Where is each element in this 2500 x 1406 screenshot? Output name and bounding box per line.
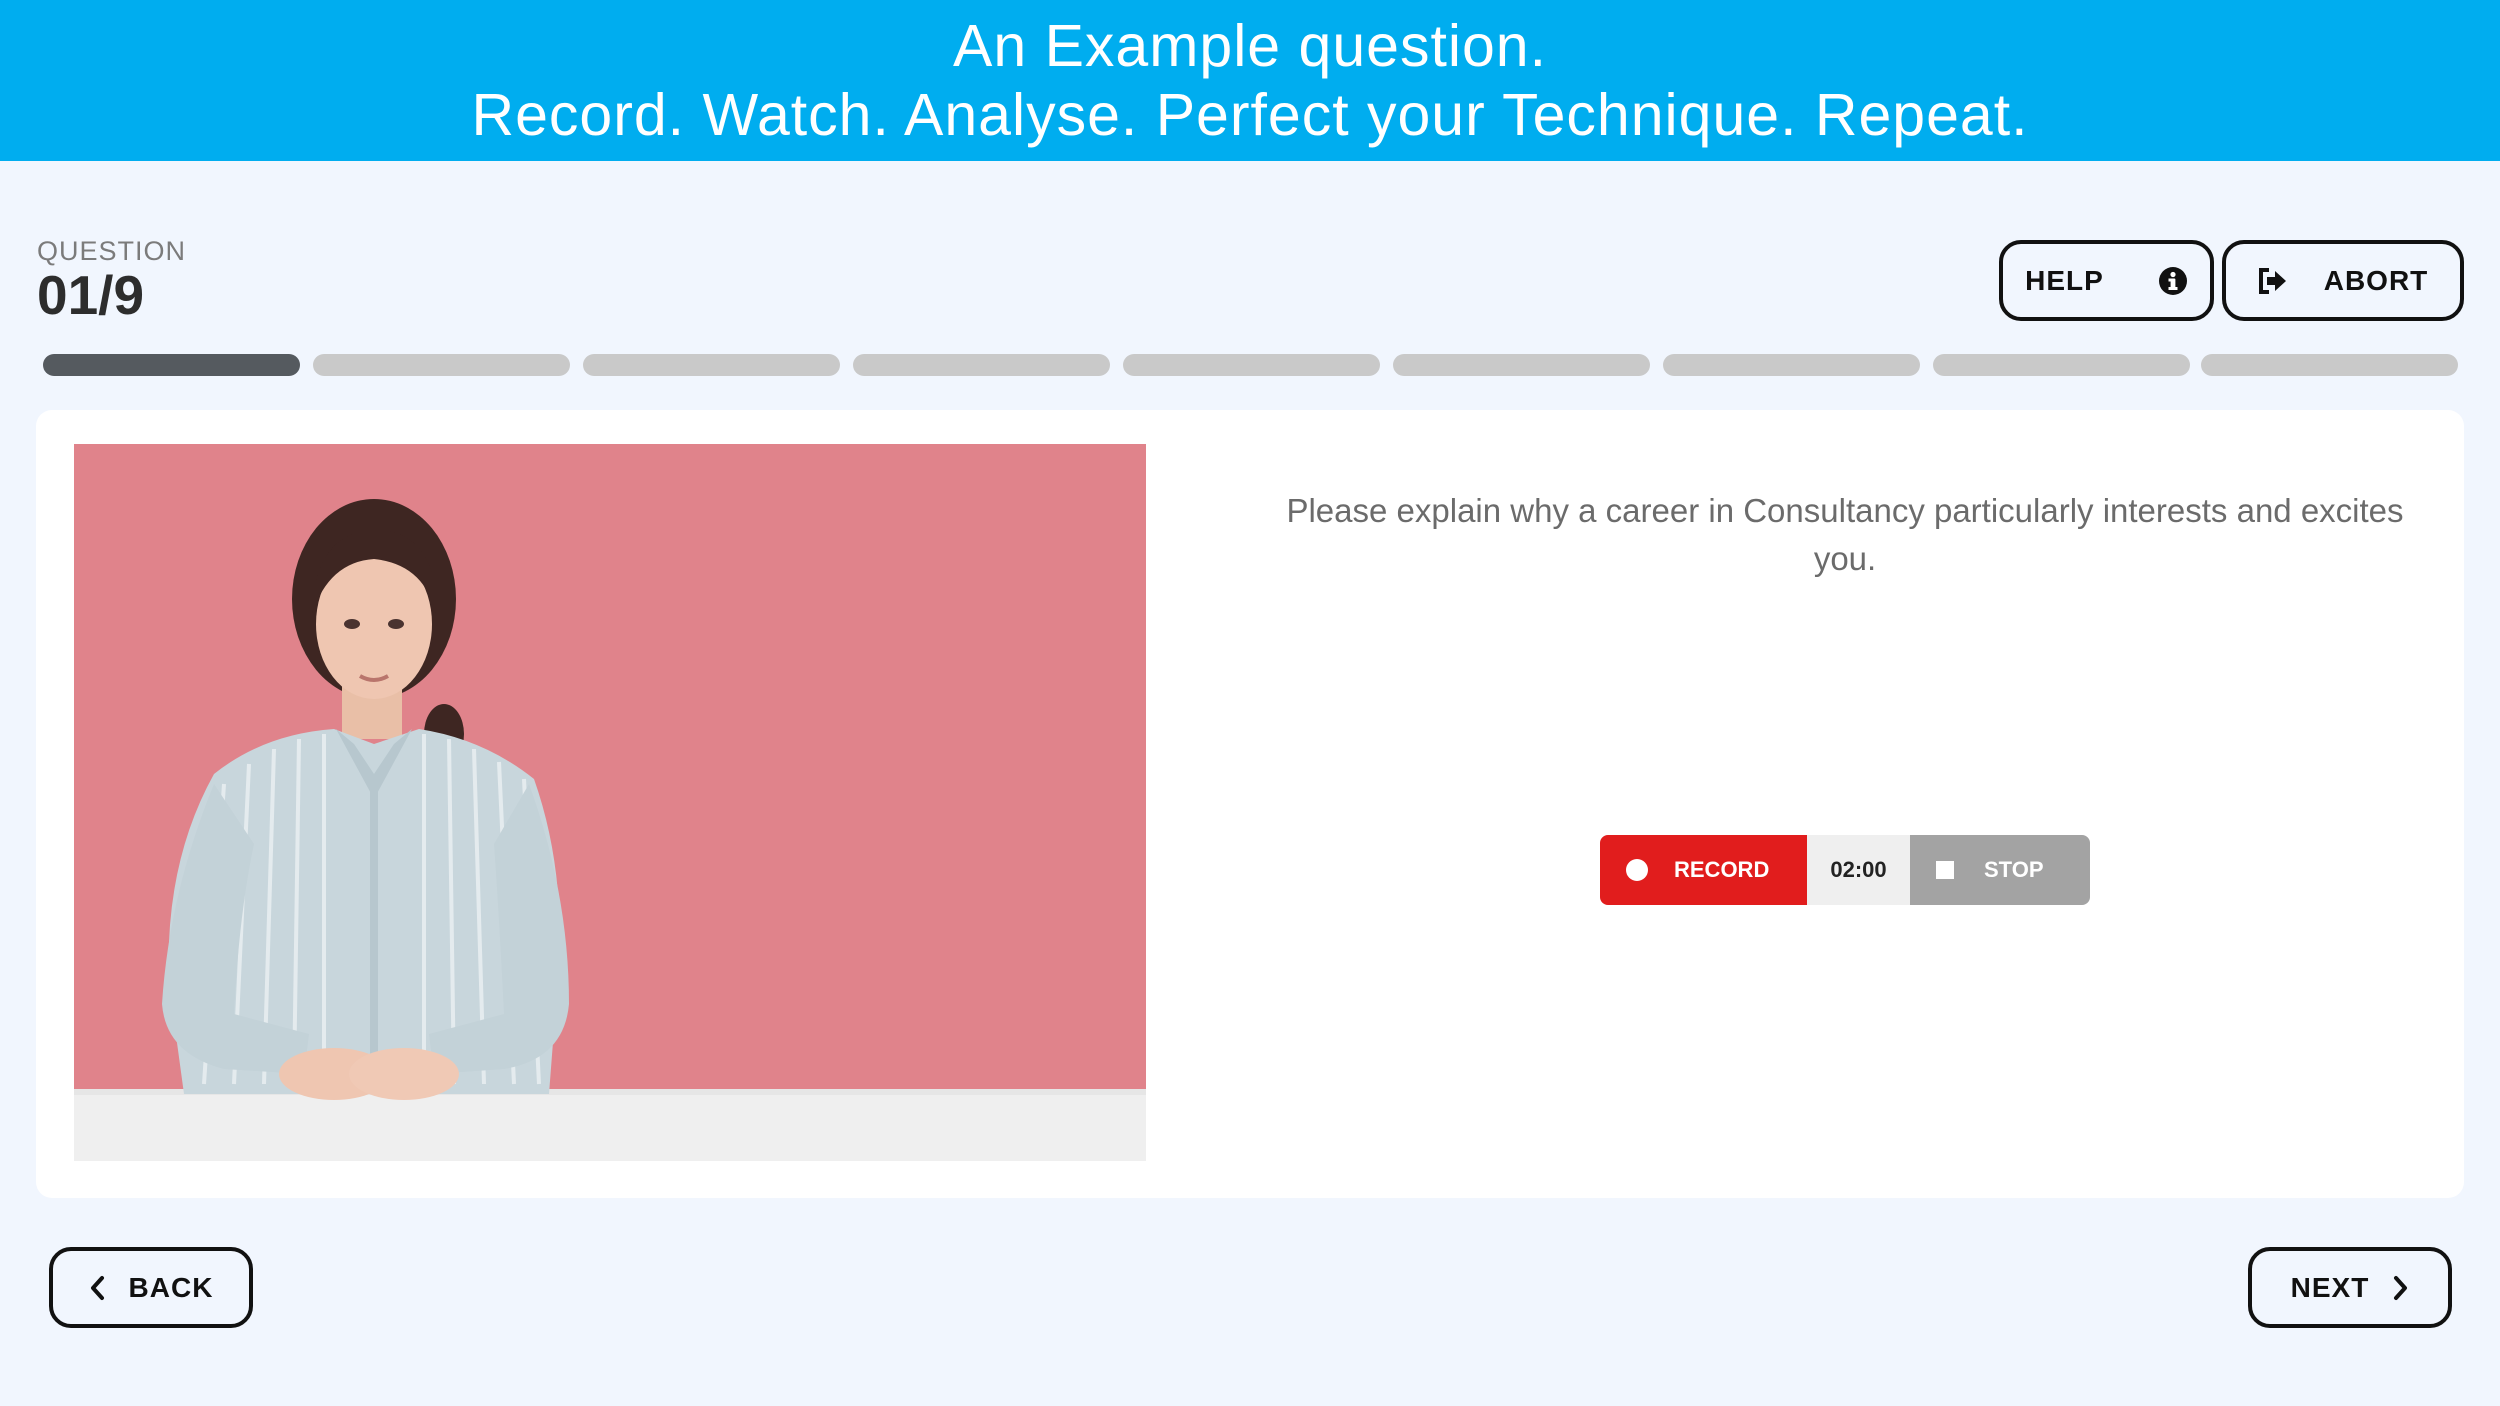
progress-segment	[853, 354, 1110, 376]
question-text: Please explain why a career in Consultan…	[1286, 492, 2404, 577]
interviewer-photo	[74, 444, 1146, 1161]
progress-segment	[1393, 354, 1650, 376]
progress-segment	[583, 354, 840, 376]
next-button[interactable]: NEXT	[2248, 1247, 2452, 1328]
progress-segment	[1123, 354, 1380, 376]
recording-timer: 02:00	[1807, 835, 1910, 905]
sign-out-icon	[2258, 267, 2288, 295]
abort-button-label: ABORT	[2323, 264, 2429, 296]
chevron-left-icon	[89, 1275, 105, 1301]
info-circle-icon	[2158, 266, 2188, 296]
back-button-label: BACK	[128, 1271, 214, 1303]
progress-segment	[313, 354, 570, 376]
abort-button[interactable]: ABORT	[2222, 240, 2464, 321]
help-button[interactable]: HELP	[1999, 240, 2214, 321]
record-button[interactable]: RECORD	[1600, 835, 1807, 905]
chevron-right-icon	[2393, 1275, 2409, 1301]
stop-button-label: STOP	[1984, 857, 2044, 882]
record-button-label: RECORD	[1674, 857, 1770, 882]
progress-segment	[1663, 354, 1920, 376]
recorder-controls: RECORD 02:00 STOP	[1600, 835, 2090, 905]
record-dot-icon	[1626, 859, 1648, 881]
interviewer-illustration	[74, 444, 1146, 1161]
next-button-label: NEXT	[2290, 1271, 2370, 1303]
help-button-label: HELP	[2025, 264, 2104, 296]
banner-tagline: Record. Watch. Analyse. Perfect your Tec…	[471, 82, 2029, 148]
progress-segment	[1933, 354, 2190, 376]
progress-segment	[2201, 354, 2458, 376]
question-progress-bar	[43, 354, 2458, 376]
back-button[interactable]: BACK	[49, 1247, 253, 1328]
progress-segment	[43, 354, 300, 376]
stop-square-icon	[1936, 861, 1954, 879]
header-banner: An Example question. Record. Watch. Anal…	[0, 0, 2500, 161]
question-counter: 01/9	[37, 264, 145, 326]
stop-button[interactable]: STOP	[1910, 835, 2090, 905]
banner-title: An Example question.	[953, 13, 1547, 79]
